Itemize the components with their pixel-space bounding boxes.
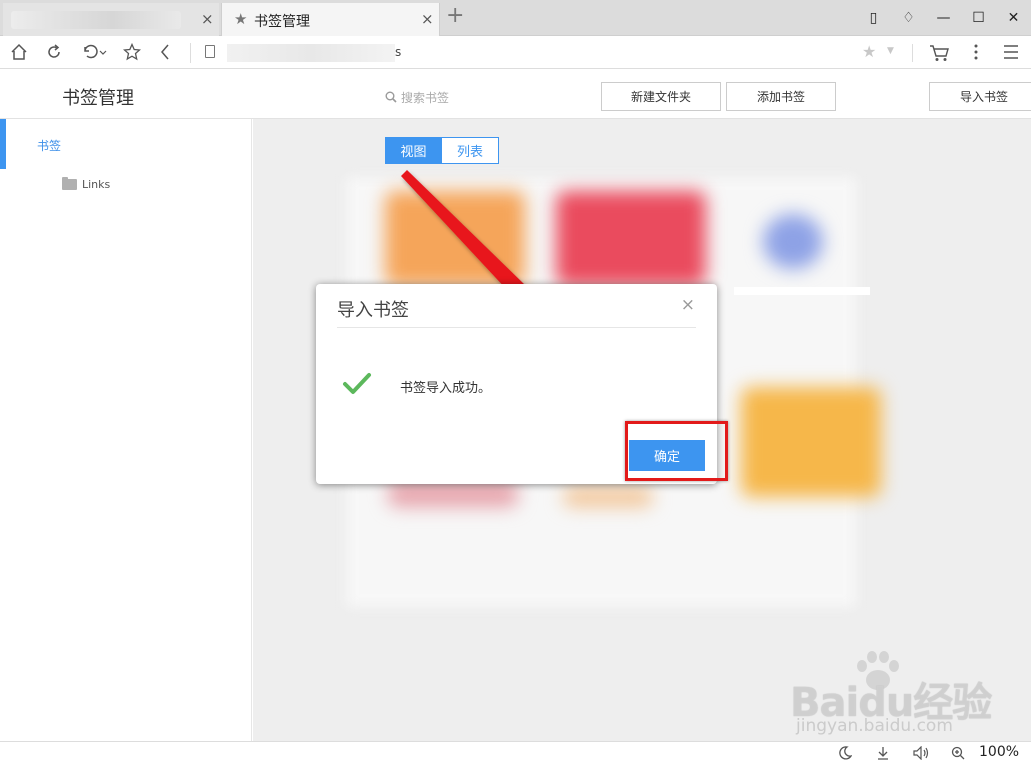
- watermark-url: jingyan.baidu.com: [796, 716, 953, 736]
- status-bar: 100%: [0, 741, 1031, 762]
- highlight-box: [625, 421, 728, 481]
- dialog-title: 导入书签: [337, 300, 409, 321]
- zoom-icon[interactable]: [951, 746, 965, 760]
- night-mode-icon[interactable]: [838, 746, 852, 760]
- zoom-level[interactable]: 100%: [979, 744, 1019, 760]
- dialog-message: 书签导入成功。: [400, 381, 492, 396]
- baidu-watermark: Baidu经验 jingyan.baidu.com: [790, 650, 1020, 740]
- download-icon[interactable]: [876, 746, 890, 760]
- dialog-divider: [337, 327, 696, 328]
- close-icon[interactable]: ×: [681, 296, 695, 314]
- check-icon: [343, 373, 371, 394]
- volume-icon[interactable]: [913, 746, 931, 760]
